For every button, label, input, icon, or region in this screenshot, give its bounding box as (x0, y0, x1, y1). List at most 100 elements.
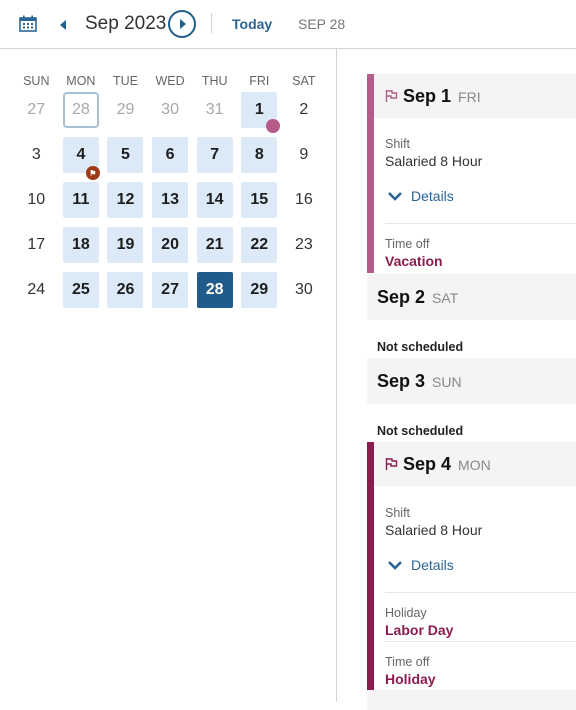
calendar-day[interactable]: 11 (62, 182, 99, 218)
weekday-label: FRI (249, 74, 270, 88)
agenda-day-sep-4: Sep 4 MON Shift Salaried 8 Hour Details … (367, 442, 576, 690)
month-title: Sep 2023 (85, 13, 167, 34)
timeoff-section: Time off Holiday (374, 642, 576, 690)
day-number: 28 (205, 281, 224, 298)
weekday-label: THU (201, 74, 228, 88)
calendar-day[interactable]: 28 (62, 92, 99, 128)
calendar-day[interactable]: 29 (107, 92, 143, 128)
calendar-day[interactable]: 28 (196, 272, 233, 308)
day-header[interactable]: Sep 1 FRI (374, 74, 576, 118)
shift-value: Salaried 8 Hour (385, 522, 483, 538)
day-number: 1 (254, 101, 264, 118)
calendar-day[interactable]: 2 (286, 92, 322, 128)
details-toggle[interactable]: Details (387, 555, 576, 575)
calendar-day[interactable]: 21 (196, 227, 233, 263)
calendar-day[interactable]: 15 (241, 182, 278, 218)
calendar-day[interactable]: 23 (286, 227, 322, 263)
day-weekday: SAT (432, 290, 459, 306)
weekday-label: SAT (292, 74, 316, 88)
previous-month-button[interactable] (57, 17, 69, 33)
calendar-day[interactable]: 30 (286, 272, 322, 308)
day-weekday: SUN (432, 374, 462, 390)
day-header[interactable]: Sep 4 MON (374, 442, 576, 486)
calendar-day[interactable]: 25 (62, 272, 99, 308)
next-day-header (367, 690, 576, 710)
next-month-button[interactable] (168, 10, 196, 38)
shift-section: Shift Salaried 8 Hour (374, 486, 576, 538)
agenda-day-sep-1: Sep 1 FRI Shift Salaried 8 Hour Details … (367, 74, 576, 273)
calendar-day[interactable]: 7 (196, 137, 233, 173)
timeoff-value: Holiday (385, 671, 436, 687)
details-label: Details (411, 188, 454, 204)
calendar-day[interactable]: 13 (152, 182, 189, 218)
day-number: 31 (205, 101, 224, 118)
calendar-day[interactable]: 24 (18, 272, 54, 308)
calendar-day[interactable]: 20 (152, 227, 189, 263)
calendar-header: Sep 2023 Today SEP 28 (0, 0, 576, 49)
day-number: 29 (250, 281, 269, 298)
day-number: 2 (299, 101, 309, 118)
calendar-day[interactable]: 27 (152, 272, 189, 308)
calendar-day[interactable]: 5 (107, 137, 144, 173)
day-number: 28 (71, 101, 90, 118)
shift-value: Salaried 8 Hour (385, 153, 483, 169)
calendar-day[interactable]: 12 (107, 182, 144, 218)
day-header[interactable]: Sep 2 SAT (367, 274, 576, 320)
calendar-day[interactable]: 1 (241, 92, 281, 133)
calendar-day[interactable]: 9 (286, 137, 322, 173)
calendar-day[interactable]: 16 (286, 182, 322, 218)
calendar-day[interactable]: 6 (152, 137, 189, 173)
weekday-label: SUN (23, 74, 50, 88)
day-number: 11 (72, 191, 90, 208)
agenda-day-sep-3: Sep 3 SUN Not scheduled (367, 358, 576, 438)
calendar-day[interactable]: 18 (62, 227, 99, 263)
calendar-day[interactable]: 27 (18, 92, 54, 128)
day-number: 9 (299, 146, 309, 163)
calendar-day[interactable]: 26 (107, 272, 144, 308)
calendar-day[interactable]: 29 (241, 272, 278, 308)
calendar-day[interactable]: 14 (196, 182, 233, 218)
weekday-label: WED (155, 74, 185, 88)
day-weekday: MON (458, 457, 491, 473)
calendar-day[interactable]: 19 (107, 227, 144, 263)
day-number: 7 (210, 146, 220, 163)
details-toggle[interactable]: Details (387, 186, 576, 206)
calendar-week: 17 18 19 20 21 22 23 (14, 227, 326, 272)
shift-section: Shift Salaried 8 Hour (374, 118, 576, 169)
day-number: 12 (116, 191, 135, 208)
agenda-list: Sep 1 FRI Shift Salaried 8 Hour Details … (367, 74, 576, 710)
day-number: 24 (27, 281, 46, 298)
day-number: 30 (294, 281, 313, 298)
holiday-value: Labor Day (385, 622, 454, 638)
weekday-label: MON (66, 74, 96, 88)
calendar-grid: 27 28 29 30 31 1 2 3 4 ⚑ 5 6 7 8 9 10 11 12 13 14 15 16 17 18 19… (14, 92, 326, 317)
details-label: Details (411, 557, 454, 573)
holiday-section: Holiday Labor Day (374, 593, 576, 641)
weekday-header: SUN MON TUE WED THU FRI SAT (14, 72, 326, 92)
calendar-day[interactable]: 8 (241, 137, 278, 173)
day-date: Sep 4 (403, 453, 452, 474)
agenda-day-sep-2: Sep 2 SAT Not scheduled (367, 274, 576, 354)
calendar-day[interactable]: 10 (18, 182, 54, 218)
day-number: 15 (250, 191, 269, 208)
day-number: 27 (27, 101, 46, 118)
calendar-icon[interactable] (19, 15, 37, 32)
calendar-day[interactable]: 4 ⚑ (62, 137, 100, 180)
shift-label: Shift (385, 137, 411, 151)
not-scheduled-label: Not scheduled (377, 340, 464, 354)
day-number: 18 (71, 236, 90, 253)
calendar-day[interactable]: 30 (152, 92, 188, 128)
holiday-label: Holiday (385, 606, 427, 620)
today-button[interactable]: Today (232, 16, 272, 32)
day-date: Sep 3 (377, 370, 426, 391)
calendar-day[interactable]: 3 (18, 137, 54, 173)
calendar-week: 3 4 ⚑ 5 6 7 8 9 (14, 137, 326, 182)
day-number: 29 (116, 101, 135, 118)
calendar-day[interactable]: 31 (197, 92, 233, 128)
calendar-day[interactable]: 22 (241, 227, 278, 263)
calendar-week: 10 11 12 13 14 15 16 (14, 182, 326, 227)
day-header[interactable]: Sep 3 SUN (367, 358, 576, 404)
calendar-day[interactable]: 17 (18, 227, 54, 263)
day-number: 16 (294, 191, 313, 208)
selected-date-label: SEP 28 (298, 16, 346, 32)
